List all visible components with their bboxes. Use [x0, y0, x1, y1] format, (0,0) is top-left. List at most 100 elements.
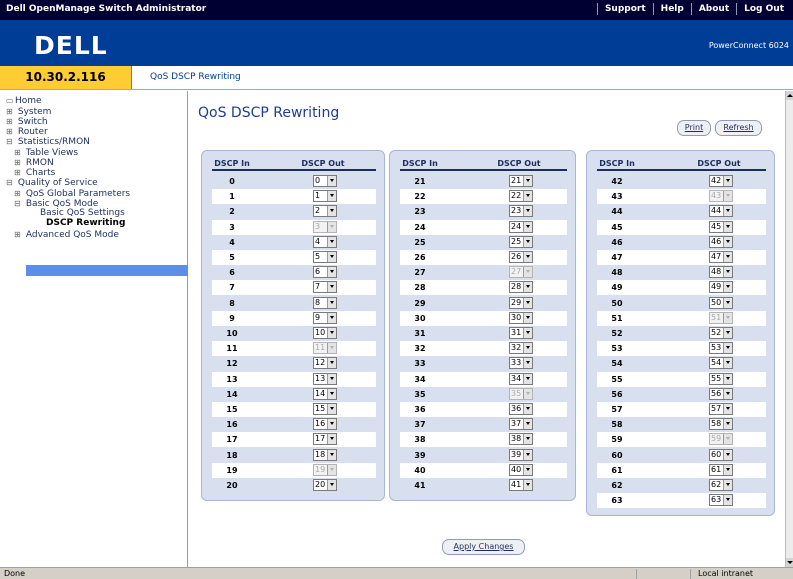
dropdown-arrow-icon[interactable]	[327, 252, 336, 262]
support-link[interactable]: Support	[596, 3, 653, 15]
dropdown-arrow-icon[interactable]	[327, 449, 336, 460]
apply-changes-button[interactable]: Apply Changes	[442, 539, 525, 555]
dropdown-arrow-icon[interactable]	[523, 480, 532, 490]
dscp-out-select[interactable]: 34	[509, 372, 533, 385]
dscp-out-select[interactable]: 4	[313, 235, 337, 248]
dropdown-arrow-icon[interactable]	[723, 267, 732, 278]
dropdown-arrow-icon[interactable]	[327, 267, 336, 278]
dropdown-arrow-icon[interactable]	[327, 373, 336, 384]
tree-item-quality-of-service[interactable]: ⊟ Quality of Service	[6, 177, 98, 188]
dscp-out-select[interactable]: 49	[709, 281, 733, 294]
dropdown-arrow-icon[interactable]	[523, 419, 532, 430]
dropdown-arrow-icon[interactable]	[723, 206, 732, 217]
dropdown-arrow-icon[interactable]	[723, 495, 732, 506]
dscp-out-select[interactable]: 58	[709, 418, 733, 431]
dropdown-arrow-icon[interactable]	[523, 373, 532, 384]
dropdown-arrow-icon[interactable]	[523, 191, 532, 202]
dscp-out-select[interactable]: 57	[709, 403, 733, 415]
dropdown-arrow-icon[interactable]	[723, 343, 732, 354]
dscp-out-select[interactable]: 17	[313, 433, 337, 446]
dscp-out-select[interactable]: 5	[313, 251, 337, 263]
dropdown-arrow-icon[interactable]	[723, 358, 732, 369]
dropdown-arrow-icon[interactable]	[327, 236, 336, 247]
dropdown-arrow-icon[interactable]	[327, 480, 336, 490]
vertical-scrollbar[interactable]	[785, 91, 793, 567]
dscp-out-select[interactable]: 31	[509, 327, 533, 339]
dropdown-arrow-icon[interactable]	[327, 282, 336, 293]
dropdown-arrow-icon[interactable]	[723, 449, 732, 460]
dropdown-arrow-icon[interactable]	[723, 297, 732, 308]
dscp-out-select[interactable]: 33	[509, 357, 533, 370]
dropdown-arrow-icon[interactable]	[523, 282, 532, 293]
dscp-out-select[interactable]: 8	[313, 296, 337, 309]
dscp-out-select[interactable]: 29	[509, 296, 533, 309]
refresh-button[interactable]: Refresh	[715, 120, 762, 136]
dropdown-arrow-icon[interactable]	[327, 358, 336, 369]
scroll-up-arrow-icon[interactable]	[786, 91, 793, 100]
dropdown-arrow-icon[interactable]	[327, 297, 336, 308]
dscp-out-select[interactable]: 61	[709, 463, 733, 476]
scroll-down-arrow-icon[interactable]	[786, 558, 793, 567]
dropdown-arrow-icon[interactable]	[327, 434, 336, 445]
dropdown-arrow-icon[interactable]	[523, 252, 532, 262]
dropdown-arrow-icon[interactable]	[523, 206, 532, 217]
dscp-out-select[interactable]: 62	[709, 479, 733, 491]
dscp-out-select[interactable]: 22	[509, 190, 533, 203]
dscp-out-select[interactable]: 7	[313, 281, 337, 294]
about-link[interactable]: About	[690, 3, 736, 15]
dropdown-arrow-icon[interactable]	[723, 236, 732, 247]
dscp-out-select[interactable]: 28	[509, 281, 533, 294]
dscp-out-select[interactable]: 60	[709, 448, 733, 461]
dscp-out-select[interactable]: 10	[313, 327, 337, 339]
dropdown-arrow-icon[interactable]	[523, 449, 532, 460]
collapse-icon[interactable]: ⊟	[14, 198, 23, 209]
dropdown-arrow-icon[interactable]	[723, 176, 732, 186]
help-link[interactable]: Help	[652, 3, 691, 15]
dscp-out-select[interactable]: 15	[313, 403, 337, 415]
dscp-out-select[interactable]: 21	[509, 175, 533, 187]
dropdown-arrow-icon[interactable]	[723, 221, 732, 232]
dscp-out-select[interactable]: 56	[709, 387, 733, 400]
dscp-out-select[interactable]: 30	[509, 311, 533, 324]
dscp-out-select[interactable]: 48	[709, 266, 733, 279]
dscp-out-select[interactable]: 14	[313, 387, 337, 400]
logout-link[interactable]: Log Out	[736, 3, 791, 15]
dscp-out-select[interactable]: 44	[709, 205, 733, 218]
dscp-out-select[interactable]: 13	[313, 372, 337, 385]
dscp-out-select[interactable]: 6	[313, 266, 337, 279]
dscp-out-select[interactable]: 38	[509, 433, 533, 446]
dropdown-arrow-icon[interactable]	[723, 328, 732, 338]
dropdown-arrow-icon[interactable]	[327, 404, 336, 414]
dscp-out-select[interactable]: 45	[709, 220, 733, 233]
dscp-out-select[interactable]: 9	[313, 311, 337, 324]
tree-item-home[interactable]: ▭Home	[6, 95, 42, 106]
dropdown-arrow-icon[interactable]	[523, 434, 532, 445]
dropdown-arrow-icon[interactable]	[723, 480, 732, 490]
dropdown-arrow-icon[interactable]	[723, 373, 732, 384]
dscp-out-select[interactable]: 16	[313, 418, 337, 431]
dropdown-arrow-icon[interactable]	[523, 343, 532, 354]
dscp-out-select[interactable]: 26	[509, 251, 533, 263]
expand-icon[interactable]: ⊞	[14, 229, 23, 240]
dscp-out-select[interactable]: 37	[509, 418, 533, 431]
dropdown-arrow-icon[interactable]	[327, 176, 336, 186]
dscp-out-select[interactable]: 32	[509, 342, 533, 355]
dscp-out-select[interactable]: 55	[709, 372, 733, 385]
dscp-out-select[interactable]: 46	[709, 235, 733, 248]
dropdown-arrow-icon[interactable]	[523, 176, 532, 186]
dscp-out-select[interactable]: 52	[709, 327, 733, 339]
dscp-out-select[interactable]: 53	[709, 342, 733, 355]
tree-item-dscp-rewriting[interactable]: DSCP Rewriting	[46, 218, 125, 229]
dropdown-arrow-icon[interactable]	[723, 464, 732, 475]
dropdown-arrow-icon[interactable]	[327, 328, 336, 338]
dropdown-arrow-icon[interactable]	[327, 206, 336, 217]
dscp-out-select[interactable]: 47	[709, 251, 733, 263]
dropdown-arrow-icon[interactable]	[327, 388, 336, 399]
dscp-out-select[interactable]: 20	[313, 479, 337, 491]
dropdown-arrow-icon[interactable]	[723, 252, 732, 262]
dscp-out-select[interactable]: 1	[313, 190, 337, 203]
dscp-out-select[interactable]: 41	[509, 479, 533, 491]
dropdown-arrow-icon[interactable]	[523, 236, 532, 247]
tree-item-statistics-rmon[interactable]: ⊟ Statistics/RMON	[6, 136, 90, 147]
dropdown-arrow-icon[interactable]	[523, 358, 532, 369]
